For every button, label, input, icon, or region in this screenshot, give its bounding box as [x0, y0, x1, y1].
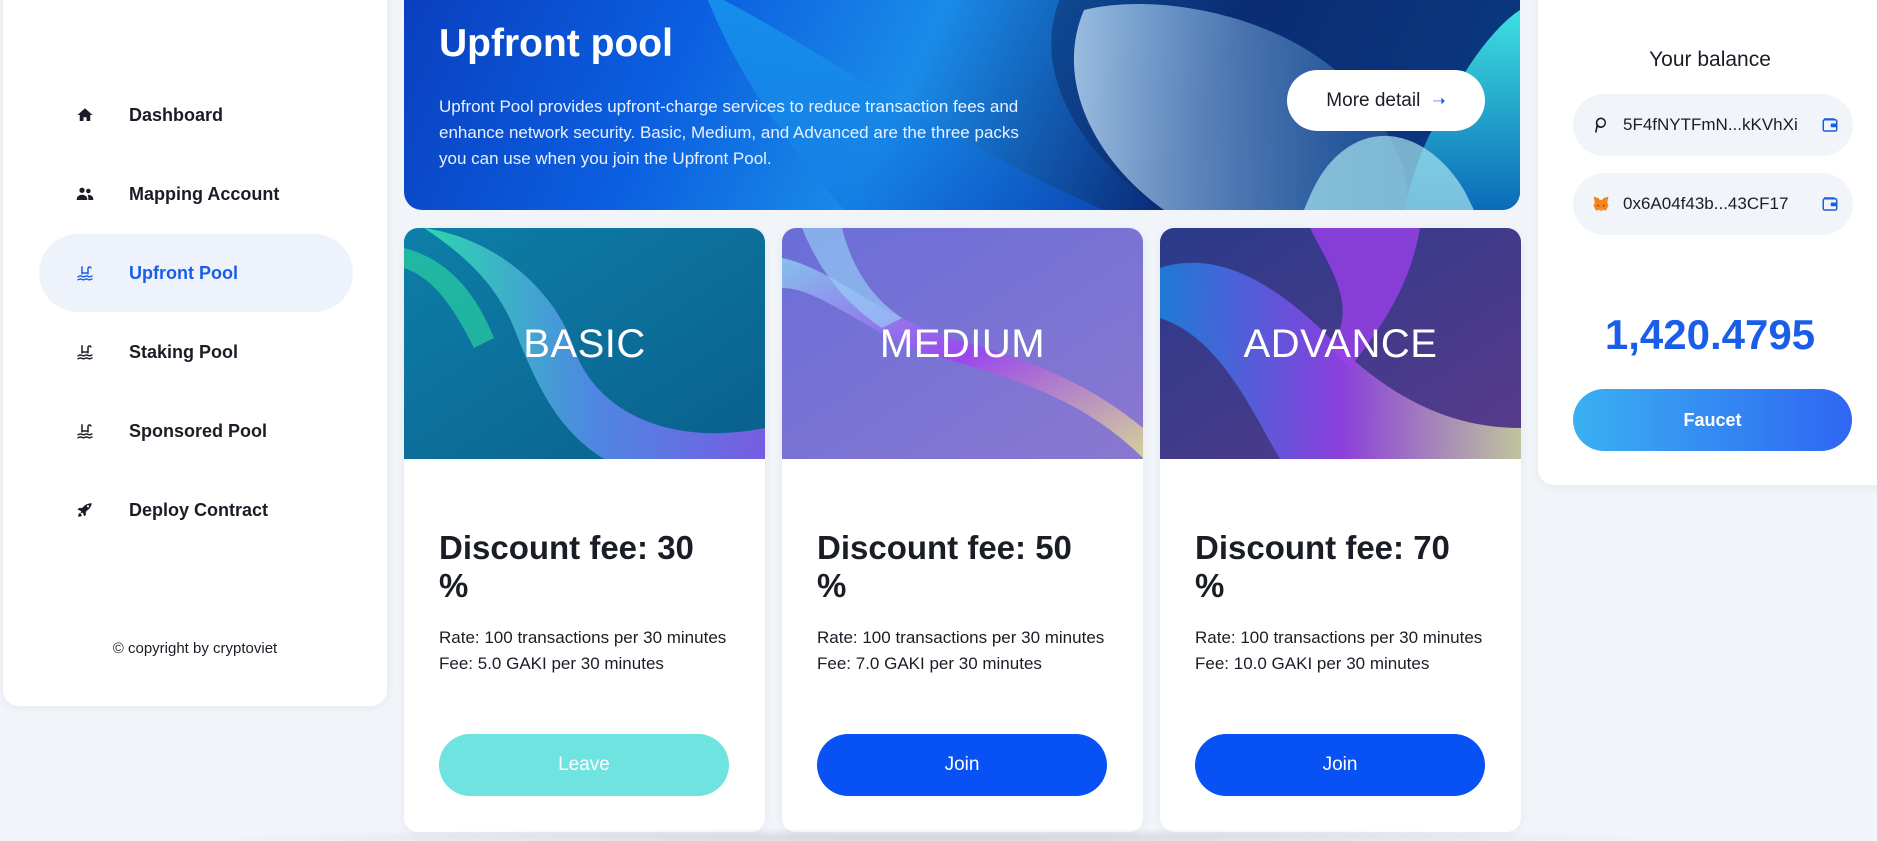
pack-card-basic: BASIC Discount fee: 30 % Rate: 100 trans…: [404, 228, 765, 832]
pool-icon: [75, 263, 95, 283]
balance-amount: 1,420.4795: [1604, 311, 1816, 358]
pack-fee: Fee: 5.0 GAKI per 30 minutes: [439, 654, 664, 673]
faucet-button[interactable]: Faucet: [1573, 389, 1852, 451]
pack-card-medium: MEDIUM Discount fee: 50 % Rate: 100 tran…: [782, 228, 1143, 832]
sidebar-item-mapping-account[interactable]: Mapping Account: [39, 155, 353, 233]
pack-banner: MEDIUM: [782, 228, 1143, 459]
join-button[interactable]: Join: [817, 734, 1107, 796]
sidebar-item-deploy-contract[interactable]: Deploy Contract: [39, 471, 353, 549]
wallet-icon[interactable]: [1821, 195, 1839, 213]
pack-banner: ADVANCE: [1160, 228, 1521, 459]
sidebar-item-dashboard[interactable]: Dashboard: [39, 76, 353, 154]
sidebar-item-label: Staking Pool: [129, 341, 239, 362]
pack-rate: Rate: 100 transactions per 30 minutes: [1195, 628, 1483, 647]
pool-icon: [75, 342, 95, 362]
sidebar-item-label: Upfront Pool: [129, 262, 238, 283]
pack-name: BASIC: [523, 322, 646, 366]
pool-icon: [75, 421, 95, 441]
pack-fee: Fee: 7.0 GAKI per 30 minutes: [817, 654, 1042, 673]
pack-discount: Discount fee: 50 %: [817, 529, 1072, 604]
pack-name: MEDIUM: [879, 322, 1046, 366]
sidebar-item-label: Mapping Account: [129, 183, 280, 204]
pack-rate: Rate: 100 transactions per 30 minutes: [817, 628, 1105, 647]
sidebar-item-label: Deploy Contract: [129, 499, 269, 520]
scroll-shadow: [190, 828, 1690, 841]
polkadot-icon: [1591, 115, 1611, 135]
arrow-right-icon: ➝: [1432, 92, 1446, 110]
users-icon: [75, 184, 95, 204]
balance-panel: Your balance 5F4fNYTFmN...kKVhXi 0x6A04f…: [1538, 0, 1877, 485]
sidebar-item-sponsored-pool[interactable]: Sponsored Pool: [39, 392, 353, 470]
copyright-text: © copyright by cryptoviet: [112, 640, 278, 657]
rocket-icon: [75, 500, 95, 520]
home-icon: [75, 105, 95, 125]
pack-rate: Rate: 100 transactions per 30 minutes: [439, 628, 727, 647]
sidebar-item-upfront-pool[interactable]: Upfront Pool: [39, 234, 353, 312]
sidebar-item-label: Dashboard: [129, 104, 224, 125]
hero-title: Upfront pool: [439, 22, 673, 65]
sidebar-nav: Dashboard Mapping Account Upfront Pool S…: [39, 76, 353, 550]
join-button[interactable]: Join: [1195, 734, 1485, 796]
substrate-address-pill: 5F4fNYTFmN...kKVhXi: [1573, 94, 1853, 156]
evm-address-pill: 0x6A04f43b...43CF17: [1573, 173, 1853, 235]
wallet-icon[interactable]: [1821, 116, 1839, 134]
sidebar-item-label: Sponsored Pool: [129, 420, 268, 441]
pack-card-advance: ADVANCE Discount fee: 70 % Rate: 100 tra…: [1160, 228, 1521, 832]
pack-discount: Discount fee: 30 %: [439, 529, 694, 604]
pack-discount: Discount fee: 70 %: [1195, 529, 1450, 604]
evm-address: 0x6A04f43b...43CF17: [1623, 194, 1789, 213]
more-detail-label: More detail: [1326, 89, 1421, 111]
sidebar-item-staking-pool[interactable]: Staking Pool: [39, 313, 353, 391]
upfront-pool-hero: Upfront pool Upfront Pool provides upfro…: [404, 0, 1520, 210]
pack-banner: BASIC: [404, 228, 765, 459]
pack-fee: Fee: 10.0 GAKI per 30 minutes: [1195, 654, 1430, 673]
pack-name: ADVANCE: [1243, 322, 1438, 366]
balance-title: Your balance: [1649, 48, 1771, 71]
substrate-address: 5F4fNYTFmN...kKVhXi: [1623, 115, 1798, 134]
more-detail-button[interactable]: More detail ➝: [1287, 70, 1485, 131]
sidebar: Dashboard Mapping Account Upfront Pool S…: [3, 0, 387, 706]
hero-description: Upfront Pool provides upfront-charge ser…: [439, 97, 1019, 168]
leave-button[interactable]: Leave: [439, 734, 729, 796]
metamask-fox-icon: [1591, 194, 1611, 214]
